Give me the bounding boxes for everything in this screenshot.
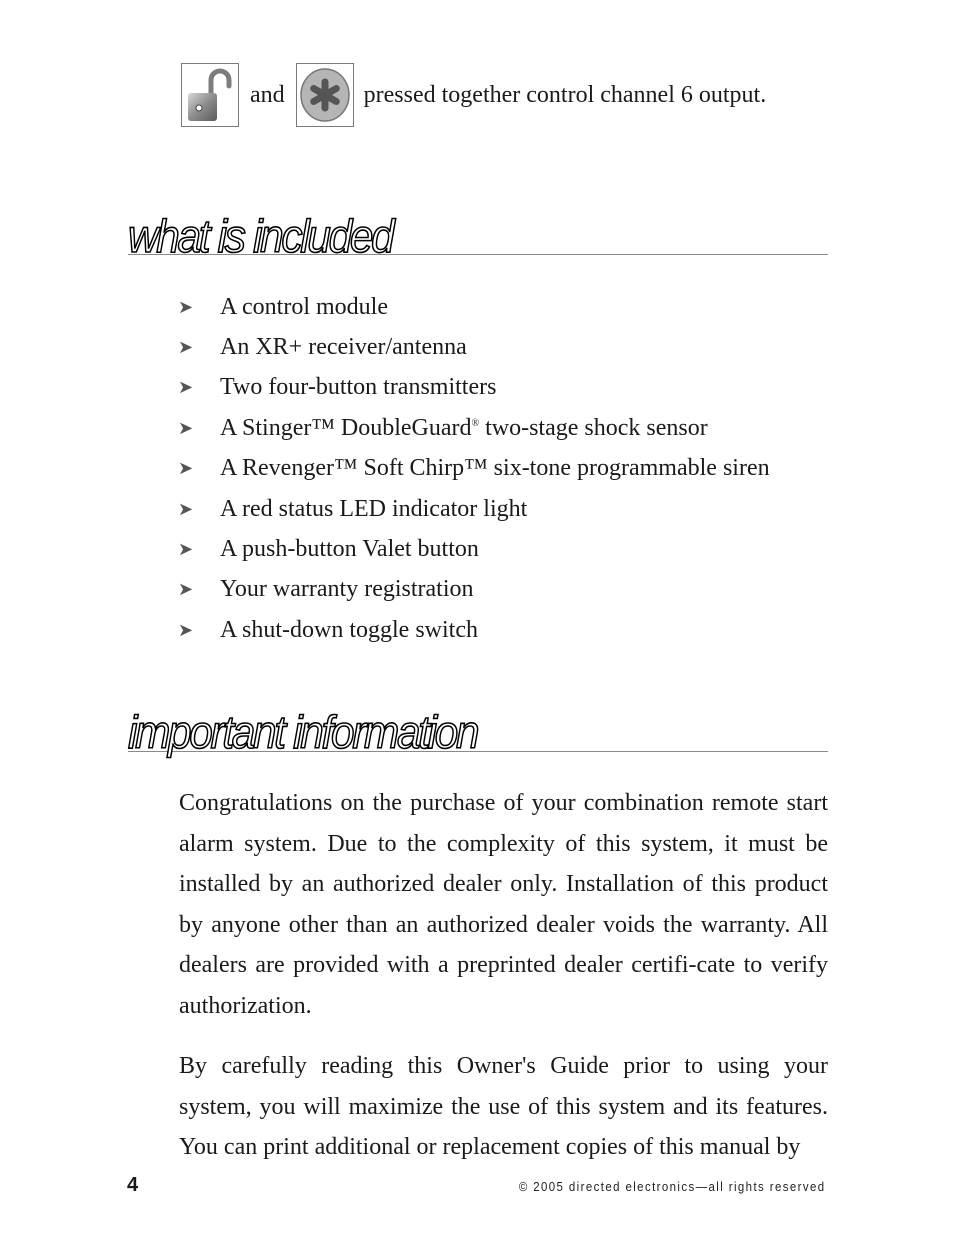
copyright-notice: © 2005 directed electronics—all rights r… — [519, 1179, 826, 1194]
list-item: ➤ A red status LED indicator light — [178, 489, 770, 529]
arrow-bullet-icon: ➤ — [178, 579, 194, 600]
list-item: ➤ A Revenger™ Soft Chirp™ six-tone progra… — [178, 449, 770, 489]
connector-text: and — [250, 82, 285, 108]
paragraph-owners-guide: By carefully reading this Owner's Guide … — [179, 1053, 828, 1160]
heading-text: important information — [127, 706, 480, 758]
list-item-text: A push-button Valet button — [220, 536, 479, 563]
list-item: ➤ An XR+ receiver/antenna — [178, 327, 770, 367]
section-heading-what-is-included: what is included — [127, 208, 828, 260]
unlock-button-icon — [181, 63, 239, 127]
list-item-text: Two four-button transmitters — [220, 374, 497, 401]
included-items-list: ➤ A control module ➤ An XR+ receiver/anten… — [178, 287, 770, 651]
list-item: ➤ A Stinger™ DoubleGuard® two-stage shock… — [178, 408, 770, 448]
list-item-text: A red status LED indicator light — [220, 495, 528, 522]
list-item-text: A Revenger™ Soft Chirp™ six-tone program… — [220, 455, 770, 482]
list-item-text: An XR+ receiver/antenna — [220, 334, 467, 361]
section-heading-important-information: important information — [127, 704, 828, 758]
list-item: ➤ Your warranty registration — [178, 570, 770, 610]
list-item-text: A shut-down toggle switch — [220, 616, 478, 643]
arrow-bullet-icon: ➤ — [178, 458, 194, 479]
instruction-text: pressed together control channel 6 outpu… — [363, 82, 767, 108]
list-item: ➤ A shut-down toggle switch — [178, 610, 770, 650]
heading-text: what is included — [127, 210, 395, 262]
registered-mark: ® — [471, 417, 480, 429]
list-item: ➤ A control module — [178, 287, 770, 327]
arrow-bullet-icon: ➤ — [178, 337, 194, 358]
list-item-text: A Stinger™ DoubleGuard® two-stage shock … — [220, 415, 708, 442]
list-item: ➤ A push-button Valet button — [178, 529, 770, 569]
arrow-bullet-icon: ➤ — [178, 619, 194, 640]
arrow-bullet-icon: ➤ — [178, 498, 194, 519]
arrow-bullet-icon: ➤ — [178, 539, 194, 560]
page-number: 4 — [127, 1174, 139, 1196]
arrow-bullet-icon: ➤ — [178, 296, 194, 317]
asterisk-button-icon — [295, 63, 354, 127]
arrow-bullet-icon: ➤ — [178, 377, 194, 398]
list-item: ➤ Two four-button transmitters — [178, 368, 770, 408]
text-part: A Stinger™ DoubleGuard — [220, 414, 472, 441]
arrow-bullet-icon: ➤ — [178, 417, 194, 438]
list-item-text: A control module — [220, 293, 388, 320]
button-combination-line: and pressed together control channel 6 o… — [181, 62, 766, 128]
list-item-text: Your warranty registration — [220, 576, 474, 603]
text-part: two-stage shock sensor — [479, 414, 708, 441]
paragraph-congratulations: Congratulations on the purchase of your … — [179, 790, 828, 1019]
